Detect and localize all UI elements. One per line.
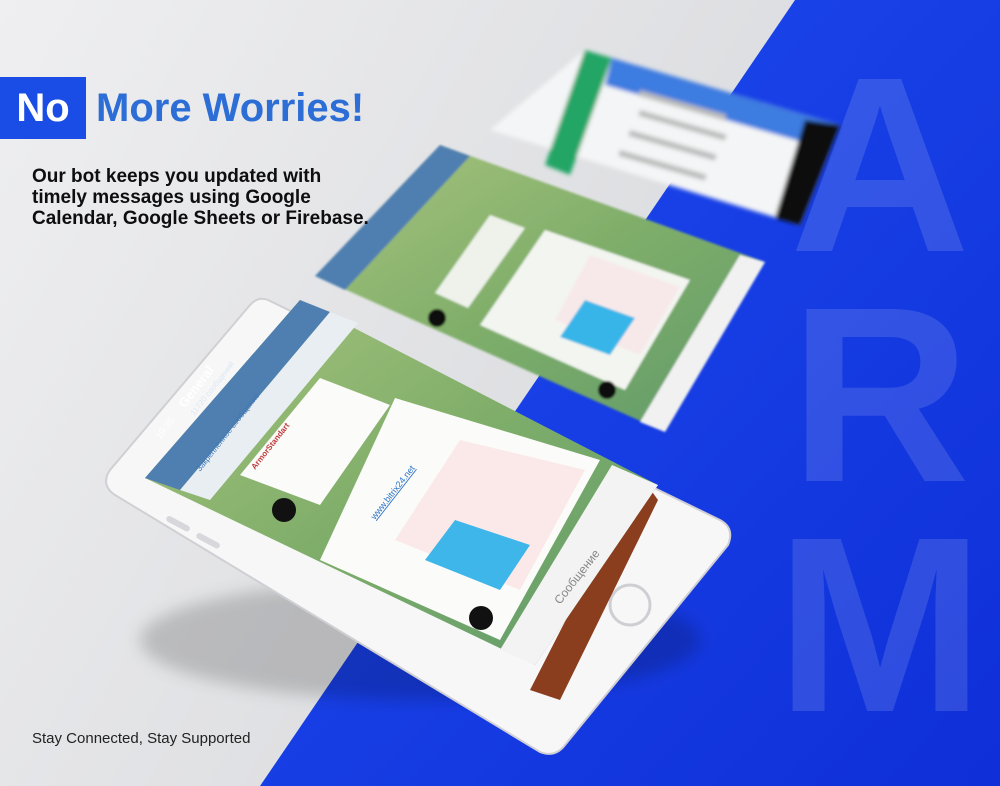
headline-no: No [0, 77, 86, 139]
description-text: Our bot keeps you updated with timely me… [32, 166, 369, 229]
headline: No More Worries! [0, 77, 364, 139]
headline-rest: More Worries! [96, 85, 365, 130]
tagline: Stay Connected, Stay Supported [32, 730, 251, 747]
